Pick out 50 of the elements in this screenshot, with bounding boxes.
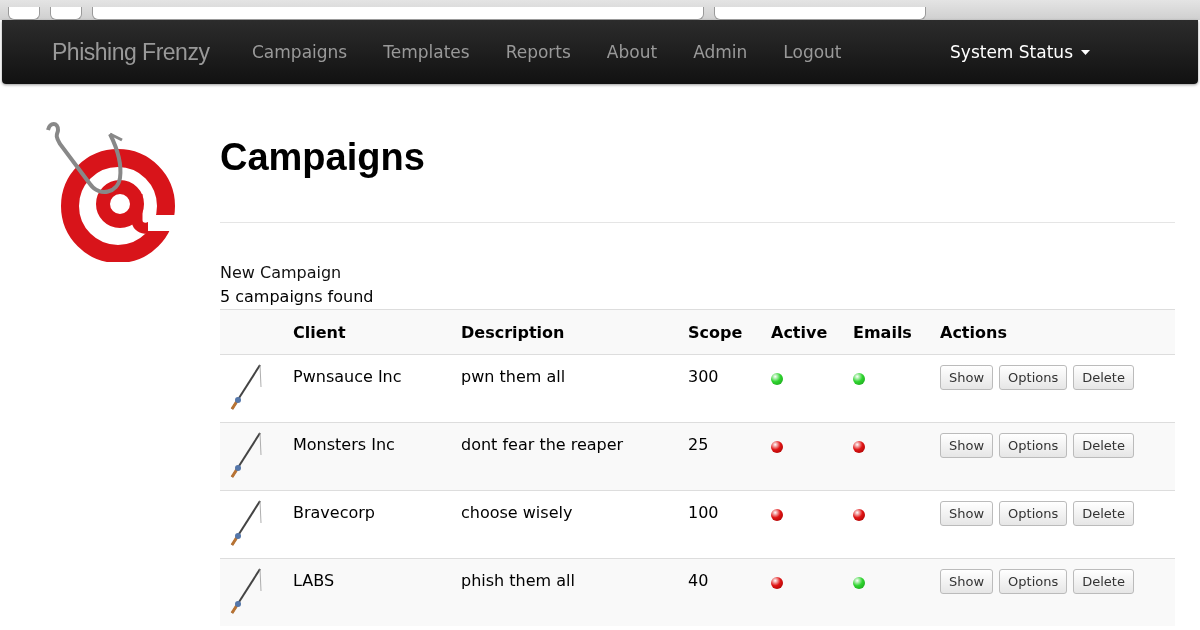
scope-cell-text: 25	[688, 434, 710, 454]
action-button[interactable]: Options	[999, 501, 1068, 526]
column-header: Actions	[940, 322, 1008, 342]
column-header: Client	[293, 322, 347, 342]
action-button[interactable]: Delete	[1073, 433, 1134, 458]
column-header: Active	[771, 322, 829, 342]
client-cell-text: Pwnsauce Inc	[293, 366, 403, 386]
client-cell-text: LABS	[293, 570, 336, 590]
description-cell-text: dont fear the reaper	[461, 434, 625, 454]
client-cell-text: Monsters Inc	[293, 434, 396, 454]
nav-link[interactable]: Templates	[383, 42, 470, 62]
action-button[interactable]: Show	[940, 365, 994, 390]
campaign-count: 5 campaigns found	[220, 287, 374, 306]
action-button[interactable]: Delete	[1073, 569, 1134, 594]
action-button[interactable]: Options	[999, 365, 1068, 390]
search-field[interactable]	[714, 7, 926, 20]
browser-button[interactable]	[8, 7, 40, 20]
page-title: Campaigns	[220, 136, 1175, 223]
nav-link[interactable]: Admin	[693, 42, 748, 62]
scope-cell-text: 40	[688, 570, 710, 590]
client-cell-text: Bravecorp	[293, 502, 376, 522]
fishing-rod-icon	[228, 567, 264, 615]
fishing-rod-icon	[228, 363, 264, 411]
scope-cell-text: 100	[688, 502, 720, 522]
action-button[interactable]: Options	[999, 569, 1068, 594]
brand-title[interactable]: Phishing Frenzy	[52, 38, 252, 66]
scope-cell-text: 300	[688, 366, 720, 386]
description-cell-text: pwn them all	[461, 366, 567, 386]
fishing-rod-icon	[228, 499, 264, 547]
nav-link[interactable]: About	[606, 42, 658, 62]
caret-icon	[1081, 49, 1090, 55]
action-button[interactable]: Delete	[1073, 365, 1134, 390]
action-button[interactable]: Delete	[1073, 501, 1134, 526]
nav-link[interactable]: Logout	[783, 42, 842, 62]
column-header: Scope	[688, 322, 744, 342]
action-button[interactable]: Show	[940, 569, 994, 594]
column-header: Description	[461, 322, 566, 342]
fishing-rod-icon	[228, 431, 264, 479]
action-button[interactable]: Show	[940, 501, 994, 526]
nav-link[interactable]: Reports	[505, 42, 571, 62]
action-button[interactable]: Options	[999, 433, 1068, 458]
new-campaign-link[interactable]: New Campaign	[220, 263, 342, 282]
column-header: Emails	[853, 322, 913, 342]
system-status-menu[interactable]: System Status	[950, 42, 1090, 62]
description-cell-text: choose wisely	[461, 502, 574, 522]
action-button[interactable]: Show	[940, 433, 994, 458]
nav-link[interactable]: Campaigns	[252, 42, 348, 62]
browser-button[interactable]	[50, 7, 82, 20]
address-bar[interactable]	[92, 7, 704, 20]
description-cell-text: phish them all	[461, 570, 576, 590]
